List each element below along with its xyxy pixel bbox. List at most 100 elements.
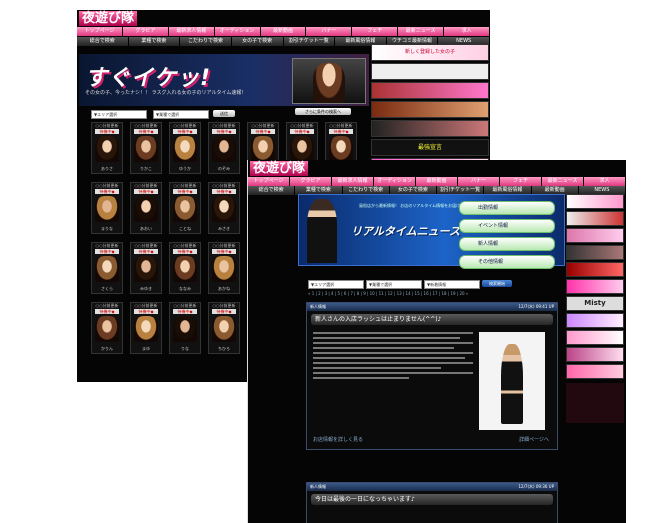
girl-card[interactable]: ○○分前更新 待機中◆ ななみ xyxy=(169,242,201,294)
category-select[interactable]: ▼新着情報 xyxy=(424,280,480,289)
type-select[interactable]: ▼業種で選択 xyxy=(153,110,209,119)
girl-photo[interactable] xyxy=(173,136,197,162)
nav_primary-item[interactable]: 最新動画 xyxy=(260,27,307,36)
girl-card[interactable]: ○○分前更新 待機中◆ ことね xyxy=(169,182,201,234)
girl-photo[interactable] xyxy=(95,256,119,282)
nav_primary-item[interactable]: 最新ニュース xyxy=(398,27,445,36)
girl-name[interactable]: まりな xyxy=(92,226,122,232)
sidebar-ad[interactable] xyxy=(566,262,624,277)
girl-photo[interactable] xyxy=(212,316,236,342)
girl-name[interactable]: ことね xyxy=(170,226,200,232)
menu-other[interactable]: その他情報 xyxy=(459,255,555,269)
sidebar-ad[interactable] xyxy=(371,101,489,118)
nav_primary-item[interactable]: グラビア xyxy=(290,177,332,186)
nav_primary-item[interactable]: 求人 xyxy=(584,177,626,186)
hero-banner[interactable]: すぐイケッ! xyxy=(79,54,369,106)
girl-card[interactable]: ○○分前更新 待機中◆ みさき xyxy=(208,182,240,234)
girl-card[interactable]: ○○分前更新 待機中◆ りな xyxy=(169,302,201,354)
nav_primary-item[interactable]: 最新求人情報 xyxy=(168,27,215,36)
girl-card[interactable]: ○○分前更新 待機中◆ ちひろ xyxy=(208,302,240,354)
nav_secondary-item[interactable]: 女の子で検索 xyxy=(231,37,284,46)
girl-name[interactable]: ちひろ xyxy=(209,346,239,352)
girl-card[interactable]: ○○分前更新 待機中◆ ありさ xyxy=(91,122,123,174)
girl-name[interactable]: ななみ xyxy=(170,286,200,292)
girl-card[interactable]: ○○分前更新 待機中◆ りかこ xyxy=(130,122,162,174)
girl-photo[interactable] xyxy=(212,136,236,162)
sidebar-ad[interactable] xyxy=(371,63,489,80)
girl-photo[interactable] xyxy=(290,136,314,162)
site-logo[interactable]: 夜遊び隊 xyxy=(250,161,309,176)
promo-image[interactable] xyxy=(292,58,366,104)
girl-card[interactable]: ○○分前更新 待機中◆ まりな xyxy=(91,182,123,234)
area-select[interactable]: ▼エリア選択 xyxy=(308,280,364,289)
girl-name[interactable]: かりん xyxy=(92,346,122,352)
sidebar-ad[interactable] xyxy=(566,347,624,362)
girl-photo[interactable] xyxy=(329,136,353,162)
nav_primary-item[interactable]: バナー xyxy=(458,177,500,186)
sidebar-ad[interactable] xyxy=(566,330,624,345)
sidebar-ad[interactable] xyxy=(566,279,624,294)
submit-button[interactable]: 送信 xyxy=(213,110,235,117)
site-logo[interactable]: 夜遊び隊 xyxy=(79,11,138,26)
girl-name[interactable]: みさき xyxy=(209,226,239,232)
sidebar-ad[interactable] xyxy=(371,120,489,137)
girl-photo[interactable] xyxy=(95,316,119,342)
nav_primary-item[interactable]: フェチ xyxy=(352,27,399,36)
nav_primary-item[interactable]: トップページ xyxy=(248,177,290,186)
girl-card[interactable]: ○○分前更新 待機中◆ のぞみ xyxy=(208,122,240,174)
sidebar-ad[interactable] xyxy=(566,228,624,243)
girl-photo[interactable] xyxy=(134,256,158,282)
girl-photo[interactable] xyxy=(212,196,236,222)
girl-name[interactable]: あかね xyxy=(209,286,239,292)
girl-card[interactable]: ○○分前更新 待機中◆ さくら xyxy=(91,242,123,294)
girl-card[interactable]: ○○分前更新 待機中◆ あかね xyxy=(208,242,240,294)
sidebar-ad[interactable] xyxy=(566,211,624,226)
nav_primary-item[interactable]: 最新動画 xyxy=(416,177,458,186)
nav_primary-item[interactable]: 最新ニュース xyxy=(542,177,584,186)
advanced-search-button[interactable]: さらに条件の検索へ xyxy=(295,108,351,115)
girl-name[interactable]: りな xyxy=(170,346,200,352)
menu-newcomers[interactable]: 新人情報 xyxy=(459,237,555,251)
girl-photo[interactable] xyxy=(173,316,197,342)
girl-card[interactable]: ○○分前更新 待機中◆ ゆうか xyxy=(169,122,201,174)
girl-name[interactable]: みゆき xyxy=(131,286,161,292)
sidebar-ad[interactable] xyxy=(566,364,624,379)
girl-name[interactable]: あおい xyxy=(131,226,161,232)
type-select[interactable]: ▼業種で選択 xyxy=(366,280,422,289)
girl-photo[interactable] xyxy=(251,136,275,162)
nav_primary-item[interactable]: バナー xyxy=(306,27,353,36)
sidebar-ad[interactable] xyxy=(566,194,624,209)
girl-name[interactable]: ありさ xyxy=(92,166,122,172)
menu-attendance[interactable]: 出勤情報 xyxy=(459,201,555,215)
nav_primary-item[interactable]: トップページ xyxy=(77,27,123,36)
girl-photo[interactable] xyxy=(173,196,197,222)
sidebar-ad[interactable] xyxy=(566,313,624,328)
article-title[interactable]: 新人さんの入店ラッシュは止まりません(^^)♪ xyxy=(311,314,553,325)
girl-photo[interactable] xyxy=(95,136,119,162)
nav_primary-item[interactable]: グラビア xyxy=(122,27,169,36)
girl-photo[interactable] xyxy=(95,196,119,222)
girl-card[interactable]: ○○分前更新 待機中◆ まゆ xyxy=(130,302,162,354)
menu-events[interactable]: イベント情報 xyxy=(459,219,555,233)
girl-card[interactable]: ○○分前更新 待機中◆ かりん xyxy=(91,302,123,354)
nav_secondary-item[interactable]: 総合で検索 xyxy=(248,186,296,195)
girl-name[interactable]: さくら xyxy=(92,286,122,292)
girl-photo[interactable] xyxy=(134,196,158,222)
nav_primary-item[interactable]: オーディション xyxy=(374,177,416,186)
girl-name[interactable]: りかこ xyxy=(131,166,161,172)
nav_primary-item[interactable]: 最新求人情報 xyxy=(332,177,374,186)
nav_secondary-item[interactable]: 業種で検索 xyxy=(128,37,181,46)
girl-name[interactable]: ゆうか xyxy=(170,166,200,172)
sidebar-links[interactable] xyxy=(566,383,624,423)
sidebar-ad[interactable] xyxy=(371,82,489,99)
girl-name[interactable]: まゆ xyxy=(131,346,161,352)
nav_secondary-item[interactable]: 割引チケット一覧 xyxy=(283,37,336,46)
girl-photo[interactable] xyxy=(212,256,236,282)
sidebar-ad-new[interactable]: 新しく登録した女の子 xyxy=(371,44,489,61)
girl-name[interactable]: のぞみ xyxy=(209,166,239,172)
nav_primary-item[interactable]: オーディション xyxy=(214,27,261,36)
girl-photo[interactable] xyxy=(134,136,158,162)
article-title[interactable]: 今日は最後の一日になっちゃいます♪ xyxy=(311,494,553,505)
search-start-button[interactable]: 検索開始 xyxy=(482,280,512,287)
girl-photo[interactable] xyxy=(134,316,158,342)
